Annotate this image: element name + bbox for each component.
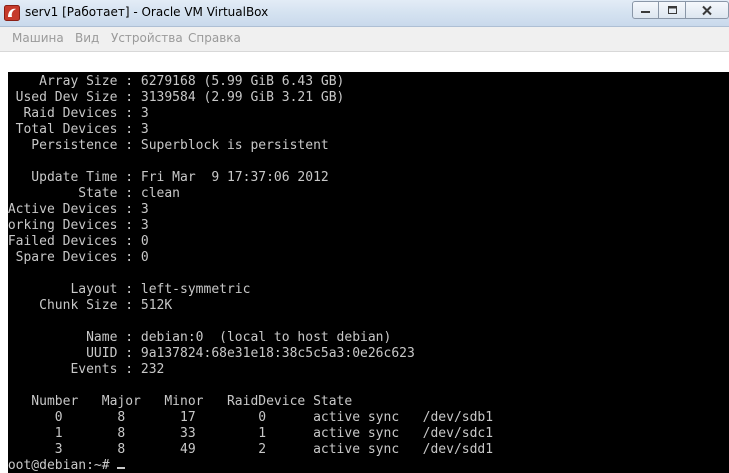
console-line: Failed Devices : 0 <box>8 234 149 249</box>
window-titlebar[interactable]: serv1 [Работает] - Oracle VM VirtualBox <box>0 0 729 27</box>
console-line: 1 8 33 1 active sync /dev/sdc1 <box>8 426 494 441</box>
console-line: Persistence : Superblock is persistent <box>8 138 329 153</box>
minimize-button[interactable] <box>632 1 659 19</box>
console-line: Active Devices : 3 <box>8 202 149 217</box>
toolbar-area <box>0 52 729 72</box>
console-line: Update Time : Fri Mar 9 17:37:06 2012 <box>8 170 329 185</box>
close-button[interactable] <box>686 1 729 19</box>
console-line: Events : 232 <box>8 362 165 377</box>
console-line: Used Dev Size : 3139584 (2.99 GiB 3.21 G… <box>8 90 345 105</box>
text-cursor <box>117 467 126 469</box>
menu-bar: Машина Вид Устройства Справка <box>0 27 729 52</box>
maximize-icon <box>667 6 677 14</box>
menu-item-devices[interactable]: Устройства <box>111 31 183 45</box>
maximize-button[interactable] <box>659 1 686 19</box>
console-line: Raid Devices : 3 <box>8 106 149 121</box>
console-line: Number Major Minor RaidDevice State <box>8 394 353 409</box>
menu-item-machine[interactable]: Машина <box>12 31 64 45</box>
console-line: Array Size : 6279168 (5.99 GiB 6.43 GB) <box>8 74 345 89</box>
console-line: Working Devices : 3 <box>8 218 149 233</box>
menu-item-help[interactable]: Справка <box>188 31 241 45</box>
console-line: Layout : left-symmetric <box>8 282 251 297</box>
console-line: UUID : 9a137824:68e31e18:38c5c5a3:0e26c6… <box>8 346 415 361</box>
shell-prompt-line[interactable]: root@debian:~# <box>8 458 126 473</box>
console-line: Total Devices : 3 <box>8 122 149 137</box>
menu-item-view[interactable]: Вид <box>75 31 99 45</box>
console-line: 0 8 17 0 active sync /dev/sdb1 <box>8 410 494 425</box>
console-line: Chunk Size : 512K <box>8 298 173 313</box>
console-line: State : clean <box>8 186 181 201</box>
vm-console-screen[interactable]: Array Size : 6279168 (5.99 GiB 6.43 GB) … <box>8 72 729 473</box>
close-icon <box>702 5 712 15</box>
shell-prompt: root@debian:~# <box>8 458 118 473</box>
virtualbox-app-icon[interactable] <box>4 5 20 21</box>
console-line: Spare Devices : 0 <box>8 250 149 265</box>
minimize-icon <box>641 11 650 13</box>
console-line: 3 8 49 2 active sync /dev/sdd1 <box>8 442 494 457</box>
window-title: serv1 [Работает] - Oracle VM VirtualBox <box>25 5 269 19</box>
console-line: Name : debian:0 (local to host debian) <box>8 330 392 345</box>
